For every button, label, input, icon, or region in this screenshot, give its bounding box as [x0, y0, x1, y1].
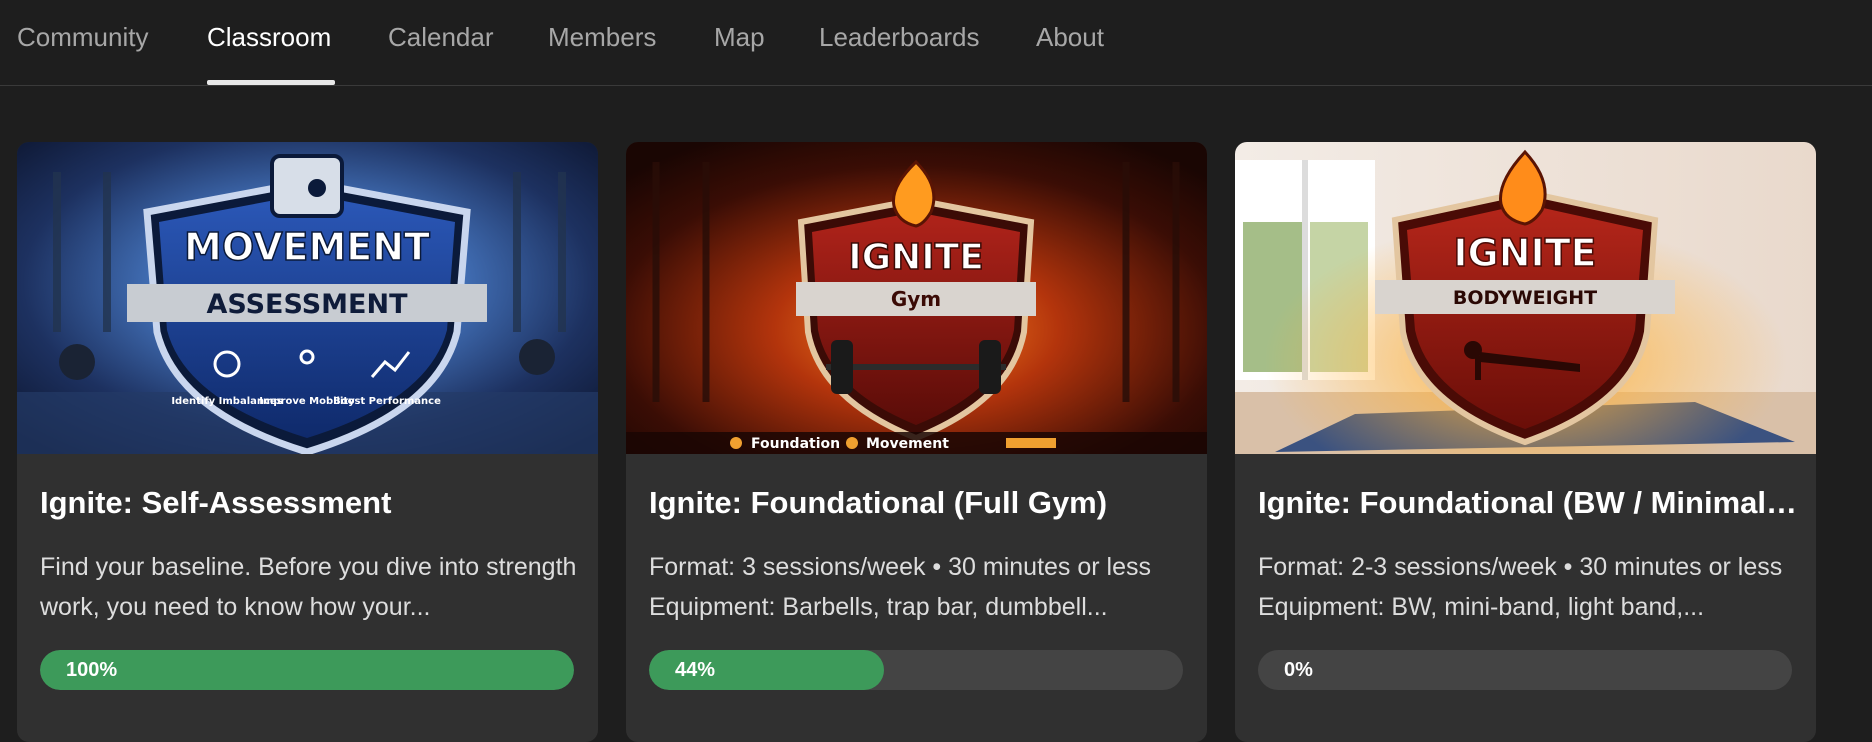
leaf-icon [730, 437, 742, 449]
tab-community[interactable]: Community [17, 22, 148, 53]
classroom-nav: Community Classroom Calendar Members Map… [0, 0, 1872, 86]
ignite-gym-artwork: IGNITE Gym Foundation Movement [626, 142, 1207, 454]
tab-calendar[interactable]: Calendar [388, 22, 494, 53]
course-description: Format: 3 sessions/week • 30 minutes or … [649, 553, 1152, 621]
progress-label: 44% [675, 659, 716, 681]
course-title[interactable]: Ignite: Foundational (Full Gym) [649, 485, 1189, 521]
svg-text:IGNITE: IGNITE [848, 237, 984, 278]
tab-leaderboards[interactable]: Leaderboards [819, 22, 979, 53]
ignite-bodyweight-artwork: IGNITE BODYWEIGHT [1235, 142, 1816, 454]
course-thumbnail: MOVEMENT ASSESSMENT Identify Imbalances … [17, 142, 598, 454]
svg-text:BODYWEIGHT: BODYWEIGHT [1453, 287, 1597, 309]
badge-boost-performance: Boost Performance [333, 396, 441, 407]
course-description: Find your baseline. Before you dive into… [40, 553, 577, 621]
tab-members[interactable]: Members [548, 22, 656, 53]
course-card-foundational-bodyweight[interactable]: IGNITE BODYWEIGHT Ignite: Foundational (… [1235, 142, 1816, 742]
tab-about[interactable]: About [1036, 22, 1104, 53]
svg-text:MOVEMENT: MOVEMENT [184, 225, 430, 269]
progress-fill [40, 650, 574, 690]
footer-movement: Movement [866, 436, 949, 452]
tab-classroom[interactable]: Classroom [207, 22, 331, 53]
course-progress-bar: 100% [40, 650, 574, 690]
course-card-foundational-full-gym[interactable]: IGNITE Gym Foundation Movement Ignite: F… [626, 142, 1207, 742]
figure-icon [846, 437, 858, 449]
svg-text:IGNITE: IGNITE [1453, 231, 1596, 275]
course-card-self-assessment[interactable]: MOVEMENT ASSESSMENT Identify Imbalances … [17, 142, 598, 742]
course-progress-bar: 44% [649, 650, 1183, 690]
course-thumbnail: IGNITE BODYWEIGHT [1235, 142, 1816, 454]
clipboard-icon [270, 154, 344, 218]
svg-text:Gym: Gym [891, 287, 941, 311]
progress-label: 0% [1284, 659, 1313, 681]
course-description: Format: 2-3 sessions/week • 30 minutes o… [1258, 553, 1783, 621]
dumbbell-icon [1006, 438, 1056, 448]
tab-map[interactable]: Map [714, 22, 765, 53]
svg-text:ASSESSMENT: ASSESSMENT [206, 289, 408, 320]
footer-foundation: Foundation [751, 436, 840, 452]
course-progress-bar: 0% [1258, 650, 1792, 690]
course-thumbnail: IGNITE Gym Foundation Movement [626, 142, 1207, 454]
movement-assessment-artwork: MOVEMENT ASSESSMENT Identify Imbalances … [17, 142, 598, 454]
active-tab-indicator [207, 80, 335, 85]
progress-label: 100% [66, 659, 118, 681]
course-title[interactable]: Ignite: Foundational (BW / Minimal Equip… [1258, 485, 1798, 521]
course-title[interactable]: Ignite: Self-Assessment [40, 485, 580, 521]
